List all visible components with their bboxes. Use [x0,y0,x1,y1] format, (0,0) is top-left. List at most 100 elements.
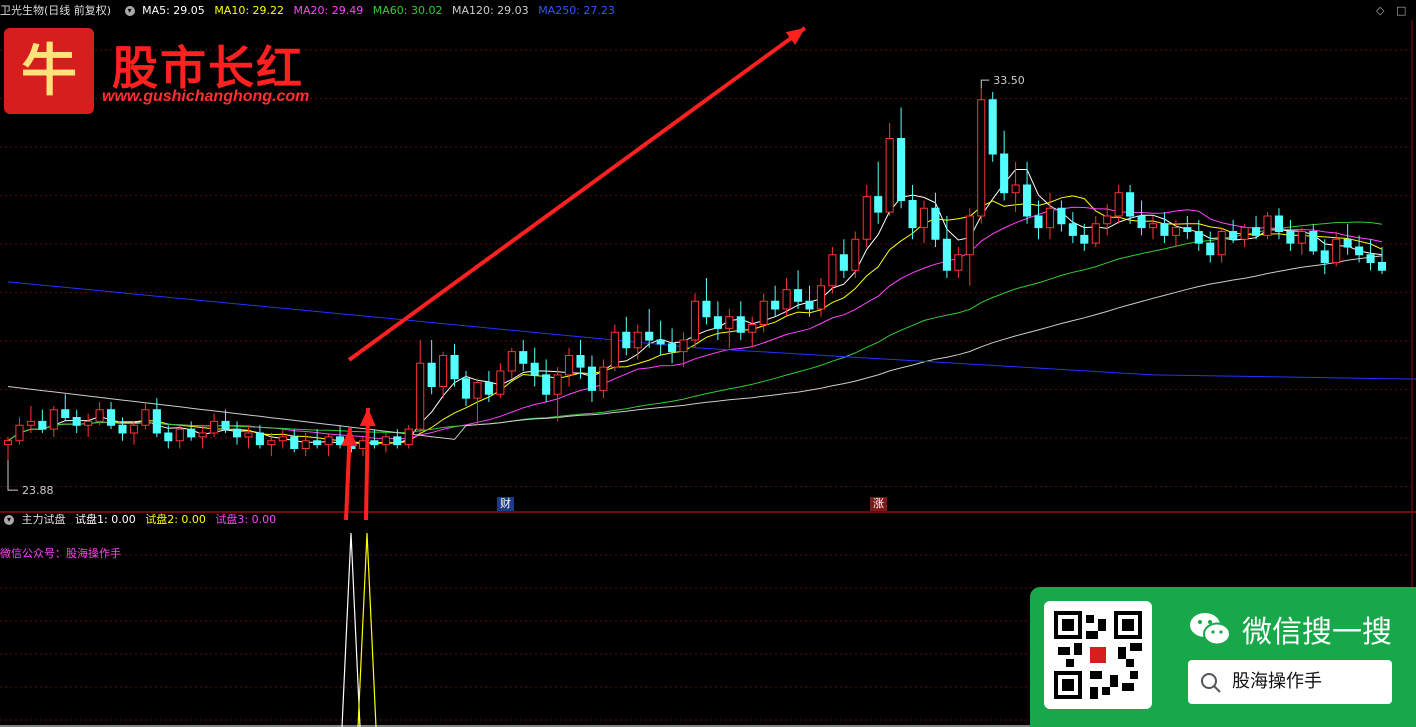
candle-body [1320,250,1329,263]
wechat-title: 微信搜一搜 [1242,615,1392,650]
candle-body [1309,231,1318,252]
candle-body [1148,223,1158,229]
candle-body [175,428,184,442]
high-marker [980,79,990,89]
candle-body [542,374,551,395]
candle-body [874,196,883,213]
collapse-icon[interactable]: ◇ [1376,4,1384,17]
candle-body [690,300,700,341]
candle-body [553,374,562,395]
candle-body [633,331,642,349]
candle-body [61,409,70,418]
candle-body [49,409,58,430]
candle-body [725,316,734,329]
ma120-label: MA120: 29.03 [451,4,529,17]
candle-body [576,355,585,368]
low-label: 23.88 [22,484,54,497]
candle-body [381,436,390,446]
candle-body [95,409,104,422]
candle-body [324,436,333,446]
candle-body [942,238,951,271]
event-tag-cai[interactable]: 财 [497,497,514,511]
candle-body [919,207,929,229]
candle-body [1252,227,1261,236]
candle-body [839,254,848,271]
candle-body [908,200,917,229]
candle-body [1045,207,1054,229]
candle-body [187,428,196,438]
indicator-name[interactable]: 主力试盘 [22,513,66,526]
candle-body [1229,231,1238,240]
main-chart-header: 卫光生物(日线 前复权) ▾ MA5: 29.05 MA10: 29.22 MA… [0,1,621,21]
indicator-header: ▾ 主力试盘 试盘1: 0.00 试盘2: 0.00 试盘3: 0.00 [0,510,282,530]
candle-body [221,420,230,430]
candle-body [416,362,425,430]
candle-body [1000,153,1009,194]
candle-body [1355,246,1364,256]
candle-body [141,409,150,426]
candle-body [1126,192,1135,217]
candle-body [1377,262,1387,271]
wechat-search-text: 股海操作手 [1232,671,1322,692]
candle-body [232,428,242,438]
candle-body [1023,184,1032,217]
candle-body [1274,215,1283,232]
candle-body [1114,192,1123,217]
candle-body [805,300,814,310]
high-label: 33.50 [993,74,1025,87]
candle-body [290,436,299,449]
candle-body [507,351,516,372]
candle-body [656,339,665,345]
indicator-settings-icon[interactable]: ▾ [4,515,14,525]
candle-body [38,420,47,430]
candle-body [1286,231,1295,244]
candle-body [862,196,871,240]
candle-body [370,440,379,446]
candle-body [244,432,253,438]
wechat-banner[interactable]: 微信搜一搜 股海操作手 [1030,587,1416,727]
candle-body [404,428,413,446]
search-icon [1201,673,1221,693]
ma60-label: MA60: 30.02 [372,4,443,17]
candle-body [107,409,116,426]
expand-icon[interactable]: □ [1396,4,1406,17]
candle-body [736,316,745,333]
low-marker [7,460,18,491]
stock-title[interactable]: 卫光生物(日线 前复权) [0,4,111,17]
candle-body [771,300,780,310]
candle-body [1343,238,1352,248]
candle-body [1194,231,1203,244]
ma-settings-icon[interactable]: ▾ [124,6,135,16]
candle-body [1366,254,1375,263]
candle-body [954,254,963,271]
candle-body [439,355,448,387]
candle-body [255,432,264,446]
candle-body [977,99,986,217]
event-tag-zhang[interactable]: 涨 [870,497,887,511]
candle-body [278,436,287,442]
candle-body [198,432,207,438]
indicator-line1: 试盘1: 0.00 [75,513,136,526]
candle-body [1183,227,1192,232]
candle-body [897,138,906,201]
candle-body [622,331,631,349]
wechat-search-box[interactable]: 股海操作手 [1188,660,1392,704]
signal-arrow-2-head [359,408,376,427]
qr-code [1044,601,1152,709]
candle-body [72,417,81,426]
candle-body [565,355,574,376]
indicator-line3: 试盘3: 0.00 [215,513,277,526]
candle-body [702,300,711,318]
candle-body [988,99,997,155]
candle-body [393,436,402,446]
candle-body [610,331,619,368]
candle-body [1137,215,1146,229]
ma250-line [7,281,1416,380]
candle-body [1068,223,1077,236]
candle-body [828,254,837,287]
candle-body [965,215,974,256]
candle-body [484,382,493,395]
candle-body [1011,184,1020,194]
ma20-label: MA20: 29.49 [293,4,364,17]
trend-arrow-head [785,28,805,46]
